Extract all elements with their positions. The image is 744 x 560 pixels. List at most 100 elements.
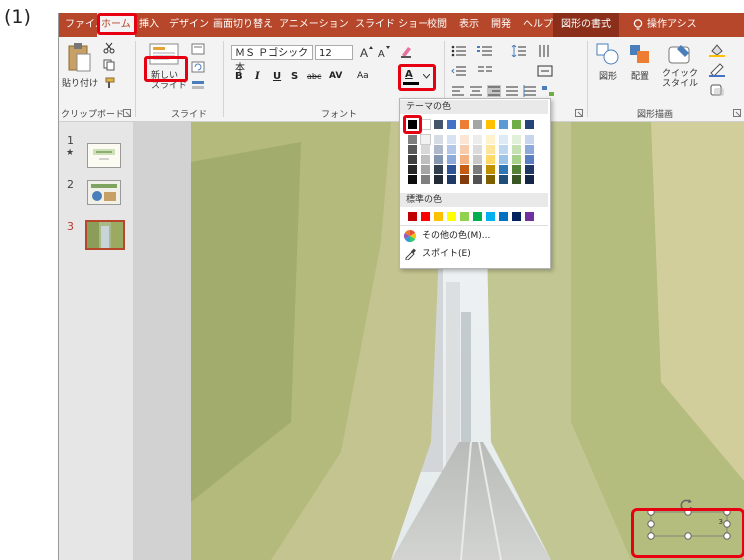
theme-color-tint-swatch[interactable] [512, 135, 521, 144]
layout-icon[interactable] [191, 43, 205, 55]
theme-color-tint-swatch[interactable] [460, 155, 469, 164]
theme-color-tint-swatch[interactable] [473, 135, 482, 144]
dialog-launcher-icon[interactable] [733, 109, 741, 117]
format-painter-icon[interactable] [103, 77, 115, 89]
columns-icon[interactable] [477, 65, 493, 77]
eyedropper-item[interactable]: スポイト(E) [400, 245, 548, 263]
numbering-icon[interactable] [477, 45, 493, 57]
theme-color-tint-swatch[interactable] [421, 165, 430, 174]
theme-color-tint-swatch[interactable] [473, 155, 482, 164]
shape-effects-icon[interactable] [709, 83, 725, 97]
tab-tell-me[interactable]: 操作アシス [629, 13, 701, 37]
tab-review[interactable]: 校閲 [423, 13, 451, 37]
theme-color-tint-swatch[interactable] [525, 135, 534, 144]
slide-thumbnail-1[interactable] [87, 143, 121, 168]
theme-color-tint-swatch[interactable] [447, 135, 456, 144]
theme-color-tint-swatch[interactable] [525, 175, 534, 184]
theme-color-tint-swatch[interactable] [486, 135, 495, 144]
paste-button[interactable]: 貼り付け [61, 40, 98, 98]
theme-color-tint-swatch[interactable] [473, 145, 482, 154]
grow-font-icon[interactable]: A [359, 45, 373, 59]
dialog-launcher-icon[interactable] [575, 109, 583, 117]
theme-color-tint-swatch[interactable] [434, 155, 443, 164]
theme-color-swatch[interactable] [460, 120, 469, 129]
dialog-launcher-icon[interactable] [123, 109, 131, 117]
theme-color-tint-swatch[interactable] [486, 145, 495, 154]
more-colors-item[interactable]: その他の色(M)... [400, 227, 548, 245]
theme-color-tint-swatch[interactable] [408, 155, 417, 164]
shape-outline-icon[interactable] [709, 63, 725, 77]
tab-view[interactable]: 表示 [455, 13, 483, 37]
tab-animations[interactable]: アニメーション [275, 13, 353, 37]
theme-color-tint-swatch[interactable] [408, 165, 417, 174]
clear-formatting-icon[interactable] [399, 45, 413, 59]
theme-color-swatch[interactable] [447, 120, 456, 129]
change-case-button[interactable]: Aa [357, 71, 369, 81]
cut-icon[interactable] [103, 42, 115, 54]
quick-styles-button[interactable]: クイック スタイル [659, 41, 701, 103]
theme-color-tint-swatch[interactable] [486, 155, 495, 164]
underline-button[interactable]: U [273, 71, 281, 82]
theme-color-tint-swatch[interactable] [447, 155, 456, 164]
theme-color-tint-swatch[interactable] [486, 175, 495, 184]
theme-color-tint-swatch[interactable] [421, 175, 430, 184]
theme-color-swatch[interactable] [512, 120, 521, 129]
theme-color-tint-swatch[interactable] [499, 135, 508, 144]
copy-icon[interactable] [103, 59, 115, 71]
bold-button[interactable]: B [235, 71, 243, 82]
theme-color-tint-swatch[interactable] [512, 165, 521, 174]
standard-color-swatch[interactable] [473, 212, 482, 221]
theme-color-swatch[interactable] [434, 120, 443, 129]
theme-color-tint-swatch[interactable] [447, 175, 456, 184]
theme-color-tint-swatch[interactable] [408, 135, 417, 144]
theme-color-tint-swatch[interactable] [408, 145, 417, 154]
theme-color-tint-swatch[interactable] [486, 165, 495, 174]
shrink-font-icon[interactable]: A [377, 45, 391, 59]
theme-color-tint-swatch[interactable] [499, 155, 508, 164]
standard-color-swatch[interactable] [460, 212, 469, 221]
bullets-icon[interactable] [451, 45, 467, 57]
theme-color-swatch[interactable] [486, 120, 495, 129]
theme-color-tint-swatch[interactable] [434, 165, 443, 174]
tab-transitions[interactable]: 画面切り替え [209, 13, 277, 37]
theme-color-tint-swatch[interactable] [525, 145, 534, 154]
align-center-icon[interactable] [469, 85, 483, 97]
theme-color-tint-swatch[interactable] [447, 145, 456, 154]
tab-help[interactable]: ヘルプ [519, 13, 557, 37]
theme-color-tint-swatch[interactable] [525, 155, 534, 164]
font-name-box[interactable]: ＭＳ Ｐゴシック 本 [231, 45, 313, 74]
standard-color-swatch[interactable] [434, 212, 443, 221]
theme-color-tint-swatch[interactable] [447, 165, 456, 174]
standard-color-swatch[interactable] [499, 212, 508, 221]
tab-design[interactable]: デザイン [165, 13, 213, 37]
theme-color-swatch[interactable] [525, 120, 534, 129]
shadow-button[interactable]: S [291, 71, 298, 82]
tab-shape-format[interactable]: 図形の書式 [553, 13, 619, 37]
theme-color-tint-swatch[interactable] [434, 145, 443, 154]
distributed-icon[interactable] [523, 85, 537, 97]
theme-color-tint-swatch[interactable] [434, 175, 443, 184]
theme-color-tint-swatch[interactable] [460, 145, 469, 154]
section-icon[interactable] [191, 79, 205, 91]
theme-color-tint-swatch[interactable] [460, 165, 469, 174]
theme-color-tint-swatch[interactable] [512, 155, 521, 164]
standard-color-swatch[interactable] [421, 212, 430, 221]
theme-color-tint-swatch[interactable] [512, 145, 521, 154]
standard-color-swatch[interactable] [486, 212, 495, 221]
theme-color-tint-swatch[interactable] [420, 134, 431, 145]
theme-color-swatch[interactable] [499, 120, 508, 129]
justify-icon[interactable] [505, 85, 519, 97]
font-size-box[interactable]: 12 [315, 45, 353, 60]
slide-thumbnail-2[interactable] [87, 180, 121, 205]
theme-color-swatch[interactable] [473, 120, 482, 129]
theme-color-tint-swatch[interactable] [473, 165, 482, 174]
shape-fill-icon[interactable] [709, 43, 725, 57]
line-spacing-icon[interactable] [511, 45, 527, 57]
theme-color-tint-swatch[interactable] [434, 135, 443, 144]
reset-icon[interactable] [191, 61, 205, 73]
standard-color-swatch[interactable] [408, 212, 417, 221]
theme-color-tint-swatch[interactable] [473, 175, 482, 184]
align-right-icon[interactable] [487, 85, 501, 97]
smartart-icon[interactable] [541, 85, 555, 97]
char-spacing-button[interactable]: AV [329, 71, 342, 81]
